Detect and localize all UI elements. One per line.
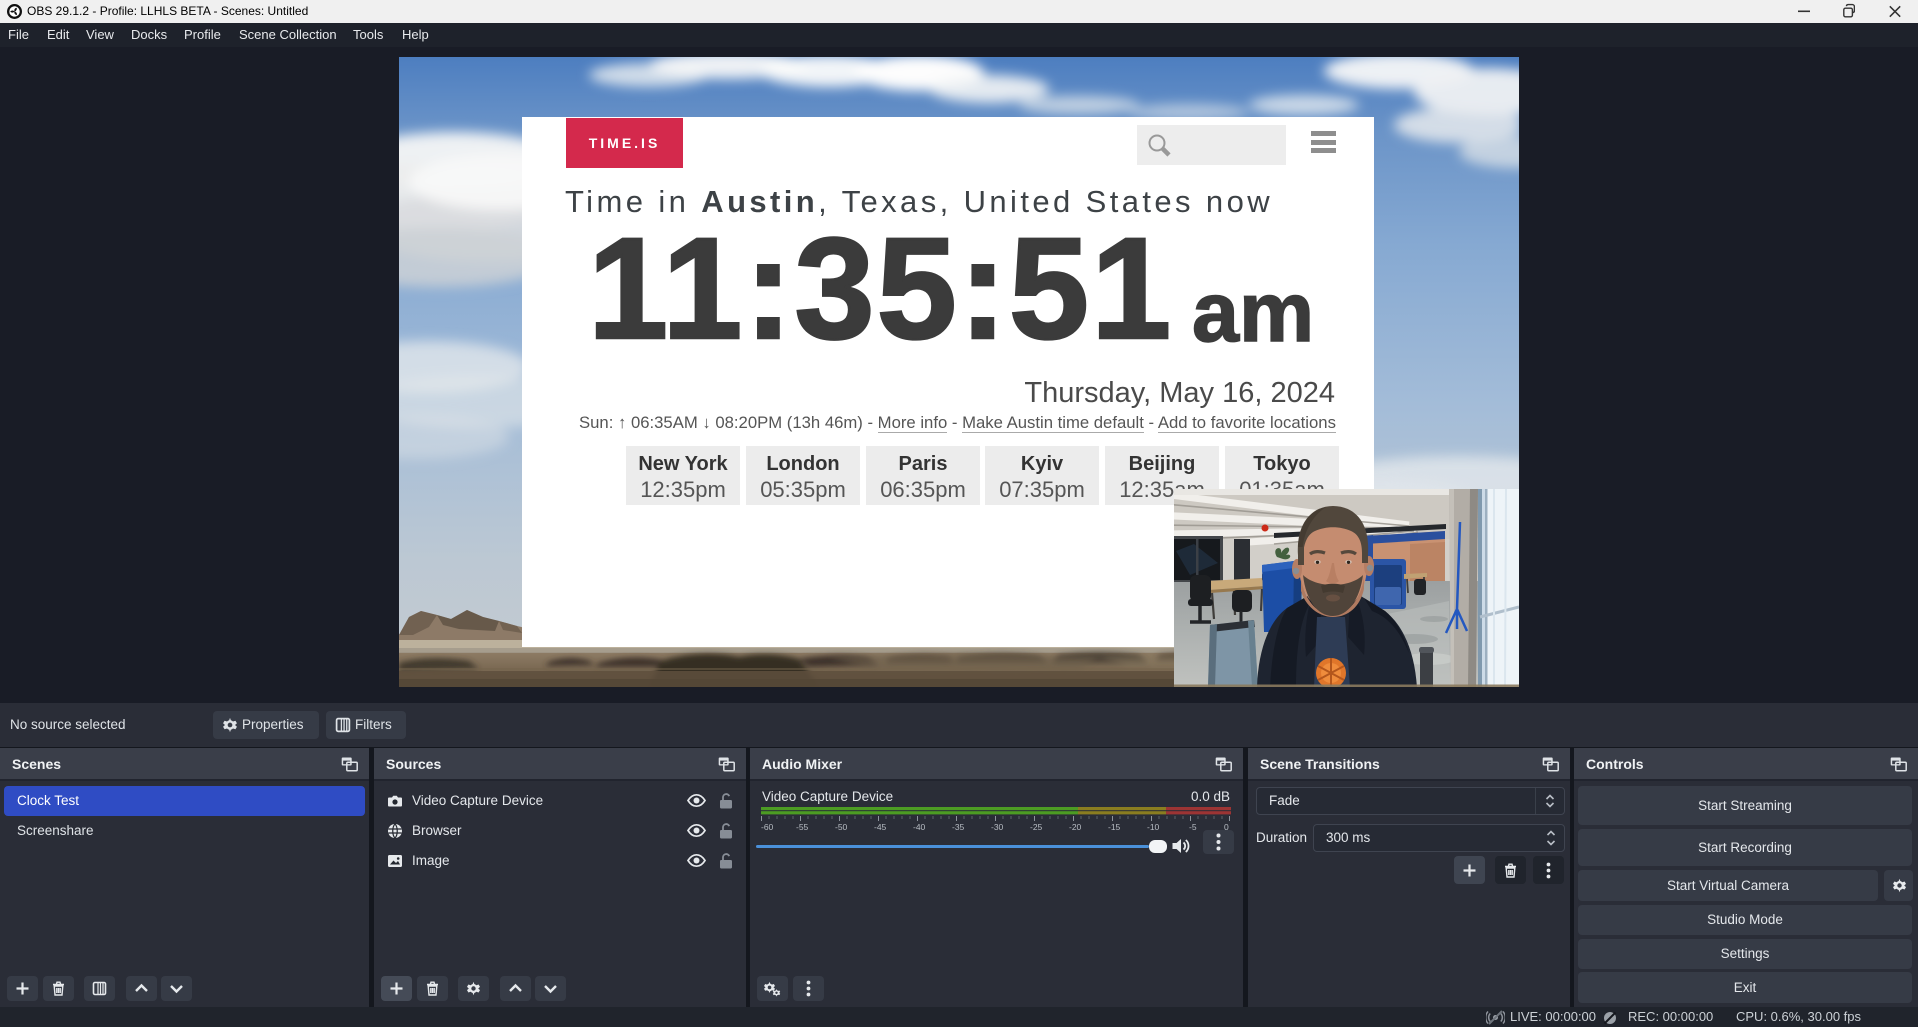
svg-text:-60: -60	[761, 822, 774, 831]
svg-text:-55: -55	[796, 822, 809, 831]
svg-text:-35: -35	[952, 822, 965, 831]
svg-text:-30: -30	[991, 822, 1004, 831]
svg-text:-50: -50	[835, 822, 848, 831]
svg-text:-40: -40	[913, 822, 926, 831]
svg-text:-45: -45	[874, 822, 887, 831]
svg-text:-25: -25	[1030, 822, 1043, 831]
svg-text:-20: -20	[1069, 822, 1082, 831]
svg-text:-15: -15	[1108, 822, 1121, 831]
svg-text:-10: -10	[1147, 822, 1160, 831]
svg-text:-5: -5	[1189, 822, 1197, 831]
